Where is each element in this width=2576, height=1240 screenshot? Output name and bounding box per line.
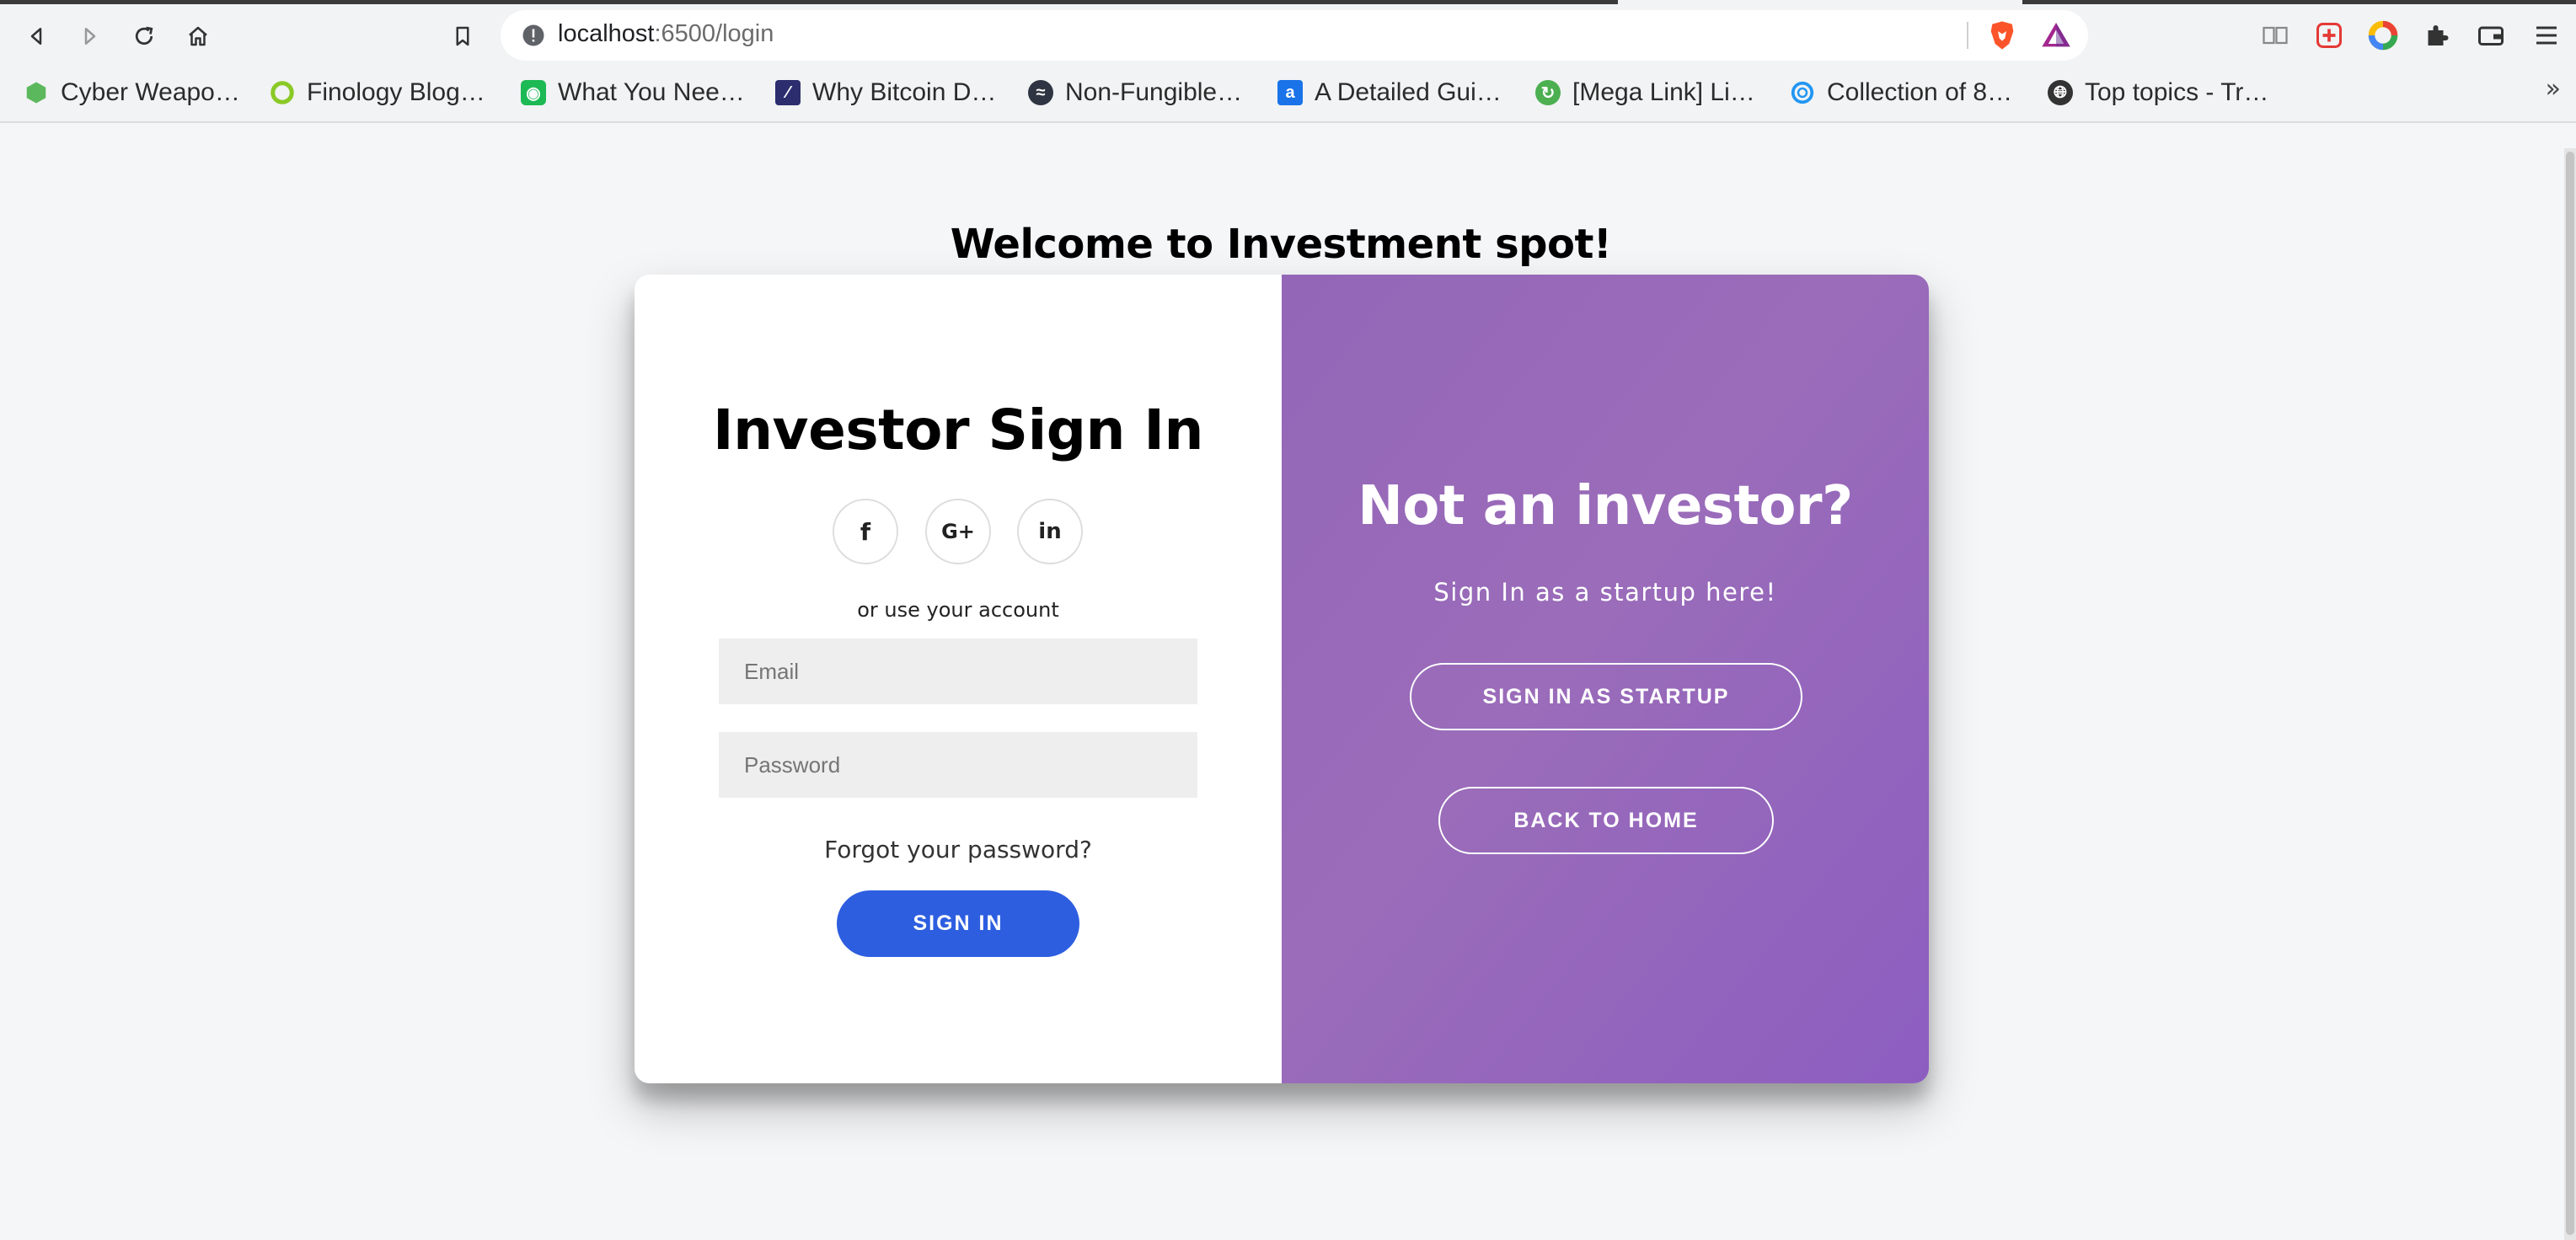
back-button[interactable] bbox=[15, 15, 57, 57]
brave-shields-icon[interactable] bbox=[1985, 19, 2019, 52]
forward-icon bbox=[84, 28, 96, 45]
hamburger-menu-icon bbox=[2536, 26, 2557, 45]
address-bar[interactable]: localhost:6500/login bbox=[501, 10, 2088, 61]
bookmark-label: Top topics - Tr… bbox=[2085, 78, 2269, 106]
forgot-password-link[interactable]: Forgot your password? bbox=[635, 836, 1282, 863]
forward-button[interactable] bbox=[69, 15, 111, 57]
tab-strip-edge bbox=[0, 0, 1618, 4]
sign-in-button[interactable]: SIGN IN bbox=[837, 890, 1079, 957]
sign-in-panel: Investor Sign In f G+ in or use your acc… bbox=[635, 275, 1282, 1083]
bookmark-favicon-icon bbox=[24, 80, 49, 105]
url-path: :6500/login bbox=[654, 20, 774, 47]
facebook-icon: f bbox=[860, 517, 871, 546]
reader-mode-button[interactable] bbox=[2257, 17, 2294, 54]
or-use-account-text: or use your account bbox=[857, 598, 1059, 622]
bookmark-label: Collection of 8… bbox=[1827, 78, 2013, 106]
bookmark-favicon-icon: ◉ bbox=[521, 80, 546, 105]
url-host: localhost bbox=[558, 20, 655, 47]
bookmarks-overflow-button[interactable]: » bbox=[2546, 74, 2561, 104]
wallet-icon bbox=[2478, 26, 2504, 45]
scrollbar-thumb[interactable] bbox=[2566, 152, 2574, 1235]
bookmark-label: Finology Blog… bbox=[307, 78, 485, 106]
back-to-home-button[interactable]: BACK TO HOME bbox=[1438, 787, 1774, 854]
bookmark-favicon-icon bbox=[1790, 80, 1815, 105]
tab-strip-edge-right bbox=[2022, 0, 2576, 4]
home-icon bbox=[189, 26, 207, 46]
puzzle-icon bbox=[2428, 25, 2449, 45]
linkedin-icon: in bbox=[1038, 519, 1062, 544]
google-login-button[interactable]: G+ bbox=[925, 499, 991, 564]
extension-red-button[interactable] bbox=[2311, 17, 2348, 54]
reload-icon bbox=[135, 26, 153, 45]
bookmark-label: What You Nee… bbox=[558, 78, 745, 106]
site-info-icon[interactable] bbox=[521, 23, 546, 48]
page-title: Welcome to Investment spot! bbox=[950, 221, 1612, 268]
bookmark-favicon-icon bbox=[270, 80, 295, 105]
bookmark-favicon-icon: ↻ bbox=[1535, 80, 1561, 105]
bookmark-item[interactable]: Cyber Weapo… bbox=[24, 71, 240, 115]
bookmarks-bar: Cyber Weapo… Finology Blog… ◉ What You Ne… bbox=[0, 71, 2576, 115]
address-bar-divider bbox=[1967, 22, 1968, 49]
linkedin-login-button[interactable]: in bbox=[1017, 499, 1083, 564]
red-plus-extension-icon bbox=[2316, 23, 2342, 48]
bookmark-item[interactable]: ◉ What You Nee… bbox=[521, 71, 745, 115]
bookmark-button[interactable] bbox=[442, 15, 484, 57]
sign-in-as-startup-button[interactable]: SIGN IN AS STARTUP bbox=[1410, 663, 1802, 730]
bookmark-icon bbox=[456, 26, 469, 46]
extensions-button[interactable] bbox=[2418, 17, 2456, 54]
password-field[interactable] bbox=[719, 732, 1197, 798]
bookmark-favicon-icon: ⁄ bbox=[775, 80, 801, 105]
bookmark-label: Why Bitcoin D… bbox=[812, 78, 997, 106]
bookmark-item[interactable]: ⁄ Why Bitcoin D… bbox=[775, 71, 996, 115]
wallet-button[interactable] bbox=[2472, 17, 2509, 54]
bookmark-label: Cyber Weapo… bbox=[61, 78, 240, 106]
bookmark-label: Non-Fungible… bbox=[1065, 78, 1243, 106]
home-button[interactable] bbox=[177, 15, 219, 57]
bookmark-item[interactable]: ≈ Non-Fungible… bbox=[1028, 71, 1242, 115]
google-plus-icon: G+ bbox=[941, 520, 975, 543]
bookmark-label: [Mega Link] Li… bbox=[1572, 78, 1755, 106]
bookmark-item[interactable]: Collection of 8… bbox=[1790, 71, 2012, 115]
bookmark-item[interactable]: 🌐︎ Top topics - Tr… bbox=[2048, 71, 2268, 115]
email-field[interactable] bbox=[719, 639, 1197, 704]
bookmark-favicon-icon: ≈ bbox=[1028, 80, 1053, 105]
url-text: localhost:6500/login bbox=[558, 20, 774, 48]
overlay-subtitle: Sign In as a startup here! bbox=[1433, 578, 1777, 607]
facebook-login-button[interactable]: f bbox=[833, 499, 898, 564]
bookmark-label: A Detailed Gui… bbox=[1315, 78, 1502, 106]
back-icon bbox=[30, 28, 42, 45]
extension-color-wheel-button[interactable] bbox=[2364, 17, 2402, 54]
brave-rewards-icon[interactable] bbox=[2039, 19, 2073, 52]
bookmark-item[interactable]: Finology Blog… bbox=[270, 71, 485, 115]
browser-chrome: localhost:6500/login Cyber Weapo… Finolo… bbox=[0, 0, 2576, 123]
reload-button[interactable] bbox=[123, 15, 165, 57]
bookmark-item[interactable]: ↻ [Mega Link] Li… bbox=[1535, 71, 1755, 115]
bookmark-favicon-icon: a bbox=[1277, 80, 1303, 105]
color-wheel-extension-icon bbox=[2368, 20, 2398, 51]
overlay-title: Not an investor? bbox=[1358, 475, 1853, 537]
sign-in-title: Investor Sign In bbox=[713, 398, 1203, 462]
bookmark-item[interactable]: a A Detailed Gui… bbox=[1277, 71, 1502, 115]
reader-mode-icon bbox=[2263, 26, 2288, 45]
bookmark-favicon-icon: 🌐︎ bbox=[2048, 80, 2073, 105]
menu-button[interactable] bbox=[2528, 17, 2565, 54]
